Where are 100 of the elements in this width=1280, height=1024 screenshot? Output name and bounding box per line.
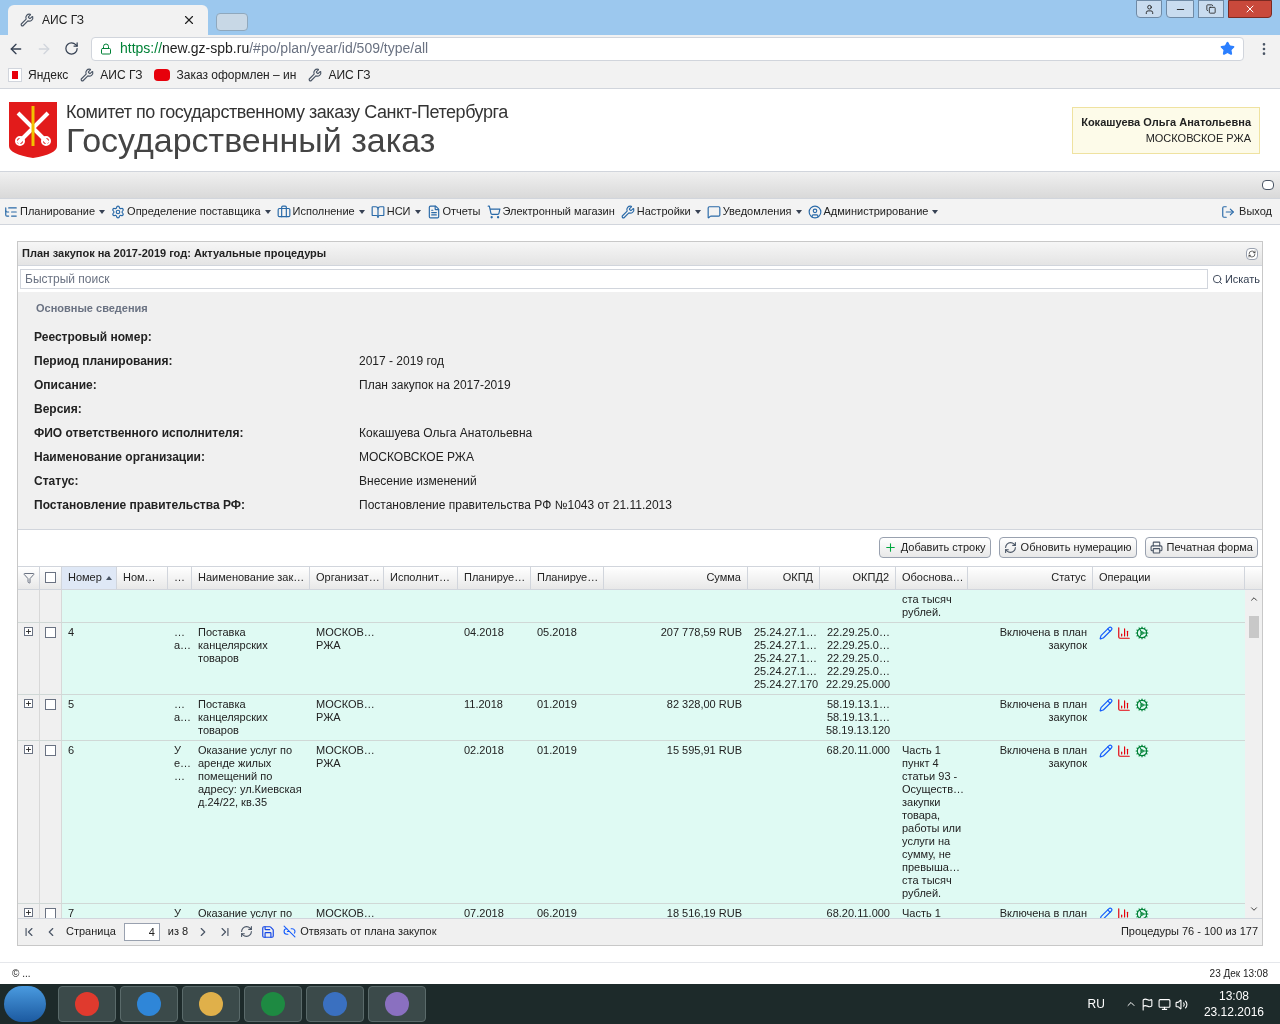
column-header[interactable]: Планируе… — [531, 566, 604, 589]
date-cell-text: 07.2018 — [464, 906, 505, 918]
column-header[interactable]: ОКПД — [748, 566, 820, 589]
select-all-checkbox[interactable] — [45, 572, 56, 583]
app-icon — [199, 992, 223, 1016]
column-header[interactable]: … — [168, 566, 192, 589]
gear-icon[interactable] — [1135, 625, 1149, 640]
column-header[interactable]: Ном… — [117, 566, 168, 589]
menu-item[interactable]: Уведомления — [706, 203, 802, 220]
unlink-button[interactable]: Отвязать от плана закупок — [283, 923, 437, 940]
minimize-button[interactable] — [1166, 0, 1194, 18]
field-label: ФИО ответственного исполнителя: — [34, 424, 245, 442]
menu-item[interactable]: Администрирование — [807, 203, 939, 220]
scrollbar[interactable] — [1245, 589, 1262, 918]
taskbar-app-button[interactable] — [120, 986, 178, 1022]
unlink-icon — [283, 925, 297, 938]
gear-icon — [111, 204, 126, 219]
search-icon — [1211, 273, 1223, 285]
bookmark[interactable]: АИС ГЗ — [80, 66, 143, 84]
toolbar-button[interactable]: Печатная форма — [1144, 537, 1258, 558]
search-button[interactable]: Искать — [1211, 270, 1260, 288]
briefcase-icon — [276, 204, 291, 219]
status-cell-text: Включена в план закупок — [998, 625, 1087, 652]
code-cell: 22.29.25.0… 22.29.25.0… 22.29.25.0… 22.29.25.0… 22.29.25.000 — [826, 625, 890, 691]
save-icon[interactable] — [261, 924, 276, 939]
gear-icon[interactable] — [1135, 743, 1149, 758]
menu-item[interactable]: Определение поставщика — [111, 203, 271, 220]
refresh-icon — [1003, 541, 1017, 554]
field-value: План закупок на 2017-2019 — [359, 376, 511, 394]
pencil-icon[interactable] — [1099, 625, 1113, 640]
section-title: Основные сведения — [36, 301, 149, 316]
close-icon[interactable] — [182, 13, 196, 27]
menu-item[interactable]: НСИ — [370, 203, 421, 220]
bar-chart-icon[interactable] — [1117, 743, 1131, 758]
pencil-icon[interactable] — [1099, 906, 1113, 918]
toolbar-button[interactable]: Добавить строку — [878, 537, 991, 558]
expand-icon[interactable] — [24, 744, 33, 754]
taskbar-app-button[interactable] — [182, 986, 240, 1022]
clock[interactable]: 13:08 23.12.2016 — [1203, 988, 1264, 1020]
expand-icon[interactable] — [24, 698, 33, 708]
start-button[interactable] — [4, 986, 46, 1022]
menu-item[interactable]: Отчеты — [426, 203, 481, 220]
reload-icon[interactable] — [64, 41, 79, 56]
column-header[interactable]: Обоснова… — [896, 566, 968, 589]
organization-title: Комитет по государственному заказу Санкт-Петербурга — [66, 102, 508, 122]
column-header[interactable]: Операции — [1093, 566, 1245, 589]
user-organization: МОСКОВСКОЕ РЖА — [1145, 131, 1251, 146]
bookmark-star-icon[interactable] — [1220, 41, 1235, 56]
column-header[interactable]: ОКПД2 — [820, 566, 896, 589]
column-header[interactable]: Номер — [62, 566, 117, 589]
logout-button[interactable]: Выход — [1221, 203, 1272, 220]
scrollbar-thumb[interactable] — [1248, 615, 1259, 638]
date-cell-text: 05.2018 — [537, 625, 578, 639]
refresh-icon[interactable] — [240, 925, 254, 938]
gear-icon[interactable] — [1135, 906, 1149, 918]
bookmark[interactable]: Заказ оформлен – ин — [154, 66, 297, 84]
column-header[interactable]: Исполнит… — [384, 566, 458, 589]
row-number: 7 — [68, 906, 76, 918]
expand-icon[interactable] — [24, 907, 33, 917]
bar-chart-icon[interactable] — [1117, 625, 1131, 640]
flag-icon[interactable] — [1140, 997, 1154, 1011]
menu-item[interactable]: Планирование — [4, 203, 106, 220]
close-button[interactable] — [1228, 0, 1272, 18]
page-field[interactable]: 4 — [123, 922, 160, 941]
row-checkbox[interactable] — [45, 744, 56, 756]
pencil-icon[interactable] — [1099, 743, 1113, 758]
row-checkbox[interactable] — [45, 698, 56, 710]
filter-icon[interactable] — [22, 571, 35, 584]
speaker-icon[interactable] — [1174, 997, 1188, 1011]
row-checkbox[interactable] — [45, 626, 56, 638]
column-header[interactable]: Сумма — [604, 566, 748, 589]
organization-cell-text: МОСКОВ… РЖА — [316, 625, 376, 652]
address-bar[interactable]: https://new.gz-spb.ru/#po/plan/year/id/509/type/all — [91, 36, 1244, 61]
collapse-button[interactable] — [1262, 180, 1274, 190]
column-header[interactable]: Организат… — [310, 566, 384, 589]
bookmark[interactable]: АИС ГЗ — [308, 66, 371, 84]
language-indicator[interactable]: RU — [1087, 995, 1105, 1013]
search-field[interactable]: Быстрый поиск — [20, 269, 1208, 289]
refresh-icon[interactable] — [1246, 247, 1258, 260]
menu-item[interactable]: Исполнение — [276, 203, 365, 220]
menu-item[interactable]: Электронный магазин — [486, 203, 615, 220]
menu-item[interactable]: Настройки — [620, 203, 701, 220]
date-time-text: 23 Дек 13:08 — [1209, 967, 1268, 981]
site-title: Государственный заказ — [66, 122, 436, 158]
toolbar-button[interactable]: Обновить нумерацию — [998, 537, 1137, 558]
column-header[interactable]: Планируе… — [458, 566, 531, 589]
bookmark[interactable]: Яндекс — [8, 66, 69, 84]
pencil-icon[interactable] — [1099, 697, 1113, 712]
restore-button[interactable] — [1198, 0, 1224, 18]
status-cell-text: Включена в план — [998, 906, 1087, 918]
logo-icon — [154, 69, 171, 81]
column-header[interactable]: Статус — [968, 566, 1093, 589]
wrench-icon — [80, 68, 95, 82]
gear-icon[interactable] — [1135, 697, 1149, 712]
bar-chart-icon[interactable] — [1117, 697, 1131, 712]
expand-icon[interactable] — [24, 626, 33, 636]
row-checkbox[interactable] — [45, 907, 56, 918]
browser-tab[interactable]: АИС ГЗ — [8, 5, 208, 35]
profile-button[interactable] — [1136, 0, 1162, 18]
column-header[interactable]: Наименование зак… — [192, 566, 310, 589]
